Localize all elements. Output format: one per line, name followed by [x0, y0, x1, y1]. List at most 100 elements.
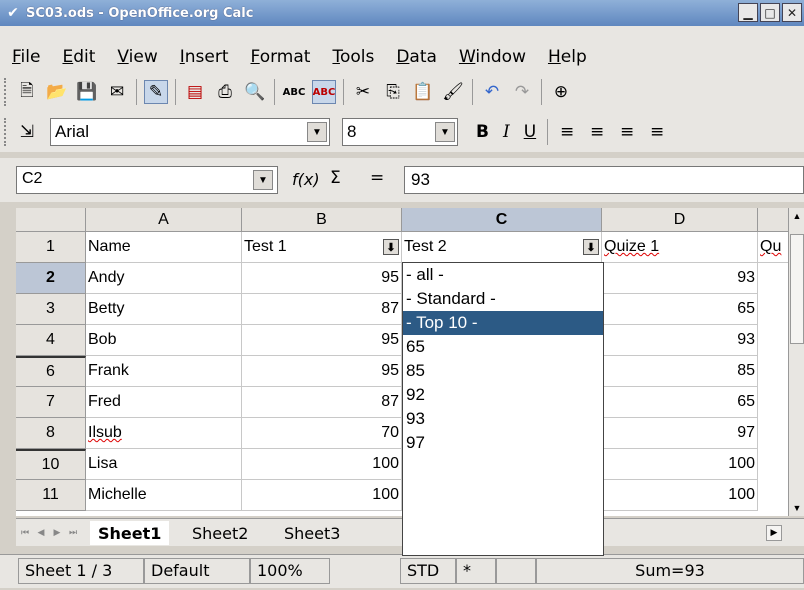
row-header[interactable]: 3: [16, 294, 86, 325]
sum-icon[interactable]: Σ: [330, 168, 341, 188]
status-selection-mode[interactable]: STD: [400, 558, 456, 584]
menu-tools[interactable]: Tools: [332, 47, 374, 67]
format-paintbrush-icon[interactable]: 🖌: [441, 80, 465, 104]
filter-option-all[interactable]: - all -: [403, 263, 603, 287]
menu-insert[interactable]: Insert: [180, 47, 229, 67]
window-menu-icon[interactable]: ✔: [4, 4, 22, 22]
open-folder-icon[interactable]: 📂: [45, 80, 69, 104]
column-header-a[interactable]: A: [86, 208, 242, 232]
paste-icon[interactable]: 📋: [411, 80, 435, 104]
menu-format[interactable]: Format: [251, 47, 311, 67]
cut-icon[interactable]: ✂: [351, 80, 375, 104]
scrollbar-thumb[interactable]: [790, 234, 804, 344]
table-cell-quiz1[interactable]: 100: [602, 480, 758, 511]
menu-file[interactable]: File: [12, 47, 40, 67]
filter-option-standard[interactable]: - Standard -: [403, 287, 603, 311]
column-header-c[interactable]: C: [402, 208, 602, 232]
menu-edit[interactable]: Edit: [62, 47, 95, 67]
hyperlink-icon[interactable]: ⊕: [549, 80, 573, 104]
page-preview-icon[interactable]: 🔍: [243, 80, 267, 104]
column-header-d[interactable]: D: [602, 208, 758, 232]
font-size-combo[interactable]: 8 ▼: [342, 118, 458, 146]
redo-icon[interactable]: ↷: [510, 80, 534, 104]
table-cell-test1[interactable]: 87: [242, 387, 402, 418]
next-sheet-icon[interactable]: ▶: [50, 525, 64, 541]
styles-icon[interactable]: ⇲: [15, 120, 39, 144]
filter-option-value[interactable]: 93: [403, 407, 603, 431]
toolbar-grip[interactable]: [4, 78, 12, 106]
formula-input[interactable]: 93: [404, 166, 804, 194]
last-sheet-icon[interactable]: ⏭: [66, 525, 80, 541]
prev-sheet-icon[interactable]: ◀: [34, 525, 48, 541]
bold-button[interactable]: B: [476, 122, 489, 142]
table-cell-quiz1[interactable]: 93: [602, 263, 758, 294]
export-pdf-icon[interactable]: ▤: [183, 80, 207, 104]
cell-a1[interactable]: Name: [86, 232, 242, 263]
scroll-down-icon[interactable]: ▼: [789, 500, 804, 516]
justify-icon[interactable]: ≡: [645, 120, 669, 144]
table-cell-quiz1[interactable]: 65: [602, 387, 758, 418]
filter-option-top10[interactable]: - Top 10 -: [403, 311, 603, 335]
sheet-tab-2[interactable]: Sheet2: [184, 521, 256, 545]
table-cell-test1[interactable]: 87: [242, 294, 402, 325]
table-cell-name[interactable]: Ilsub: [86, 418, 242, 449]
menu-view[interactable]: View: [117, 47, 157, 67]
first-sheet-icon[interactable]: ⏮: [18, 525, 32, 541]
print-icon[interactable]: ⎙: [213, 80, 237, 104]
table-cell-name[interactable]: Betty: [86, 294, 242, 325]
cell-d1[interactable]: Quize 1: [602, 232, 758, 263]
table-cell-test1[interactable]: 70: [242, 418, 402, 449]
autofilter-icon[interactable]: ⬇: [383, 239, 399, 255]
table-cell-test1[interactable]: 95: [242, 325, 402, 356]
align-center-icon[interactable]: ≡: [585, 120, 609, 144]
sheet-tab-3[interactable]: Sheet3: [276, 521, 348, 545]
name-box[interactable]: C2 ▼: [16, 166, 278, 194]
spellcheck-icon[interactable]: ABC: [282, 80, 306, 104]
cell-b1[interactable]: Test 1 ⬇: [242, 232, 402, 263]
row-header[interactable]: 8: [16, 418, 86, 449]
row-header[interactable]: 10: [16, 449, 86, 480]
save-icon[interactable]: 💾: [75, 80, 99, 104]
table-cell-test1[interactable]: 100: [242, 480, 402, 511]
menu-help[interactable]: Help: [548, 47, 587, 67]
autofilter-icon[interactable]: ⬇: [583, 239, 599, 255]
align-right-icon[interactable]: ≡: [615, 120, 639, 144]
table-cell-test1[interactable]: 100: [242, 449, 402, 480]
row-header[interactable]: 11: [16, 480, 86, 511]
table-cell-name[interactable]: Michelle: [86, 480, 242, 511]
table-cell-quiz1[interactable]: 65: [602, 294, 758, 325]
chevron-down-icon[interactable]: ▼: [307, 122, 327, 142]
row-header[interactable]: 4: [16, 325, 86, 356]
close-button[interactable]: ✕: [782, 3, 802, 22]
table-cell-name[interactable]: Bob: [86, 325, 242, 356]
align-left-icon[interactable]: ≡: [555, 120, 579, 144]
cell-c1[interactable]: Test 2 ⬇: [402, 232, 602, 263]
menu-window[interactable]: Window: [459, 47, 526, 67]
status-page-style[interactable]: Default: [144, 558, 250, 584]
status-zoom[interactable]: 100%: [250, 558, 330, 584]
filter-option-value[interactable]: 65: [403, 335, 603, 359]
minimize-button[interactable]: ▁: [738, 3, 758, 22]
chevron-down-icon[interactable]: ▼: [435, 122, 455, 142]
scroll-up-icon[interactable]: ▲: [789, 208, 804, 224]
table-cell-name[interactable]: Frank: [86, 356, 242, 387]
vertical-scrollbar[interactable]: ▲ ▼: [788, 208, 804, 516]
new-document-icon[interactable]: 🗎: [15, 80, 39, 104]
underline-button[interactable]: U: [524, 122, 536, 142]
select-all-corner[interactable]: [16, 208, 86, 232]
autofilter-dropdown[interactable]: - all - - Standard - - Top 10 - 65 85 92…: [402, 262, 604, 556]
filter-option-value[interactable]: 92: [403, 383, 603, 407]
undo-icon[interactable]: ↶: [480, 80, 504, 104]
filter-option-value[interactable]: 97: [403, 431, 603, 455]
function-icon[interactable]: =: [370, 168, 384, 188]
row-header[interactable]: 7: [16, 387, 86, 418]
toolbar-grip[interactable]: [4, 118, 12, 146]
email-icon[interactable]: ✉: [105, 80, 129, 104]
maximize-button[interactable]: □: [760, 3, 780, 22]
table-cell-quiz1[interactable]: 97: [602, 418, 758, 449]
filter-option-value[interactable]: 85: [403, 359, 603, 383]
chevron-down-icon[interactable]: ▼: [253, 170, 273, 190]
row-header[interactable]: 2: [16, 263, 86, 294]
function-wizard-icon[interactable]: f(x): [292, 170, 320, 189]
table-cell-name[interactable]: Lisa: [86, 449, 242, 480]
